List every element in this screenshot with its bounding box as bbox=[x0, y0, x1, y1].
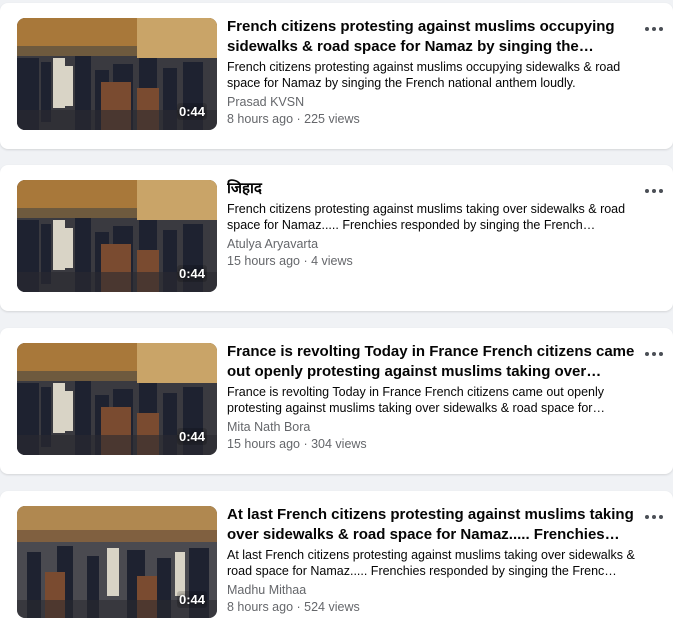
video-author[interactable]: Madhu Mithaa bbox=[227, 582, 306, 598]
video-thumbnail[interactable]: 0:44 bbox=[17, 180, 217, 292]
more-options-button[interactable] bbox=[640, 179, 668, 203]
video-title[interactable]: France is revolting Today in France Fren… bbox=[227, 342, 639, 382]
video-title[interactable]: At last French citizens protesting again… bbox=[227, 505, 639, 545]
more-horizontal-icon bbox=[645, 27, 649, 31]
video-result-card[interactable]: 0:44 At last French citizens protesting … bbox=[0, 491, 673, 637]
more-options-button[interactable] bbox=[640, 505, 668, 529]
more-dot bbox=[659, 352, 663, 356]
video-title[interactable]: French citizens protesting against musli… bbox=[227, 17, 639, 57]
more-dot bbox=[652, 352, 656, 356]
more-horizontal-icon bbox=[645, 352, 649, 356]
video-result-card[interactable]: 0:44 French citizens protesting against … bbox=[0, 3, 673, 149]
video-duration: 0:44 bbox=[176, 591, 207, 608]
video-meta: 8 hours ago · 524 views bbox=[227, 600, 360, 614]
video-meta: 15 hours ago · 4 views bbox=[227, 254, 353, 268]
video-title[interactable]: जिहाद bbox=[227, 179, 639, 199]
video-author[interactable]: Prasad KVSN bbox=[227, 94, 304, 110]
video-description: French citizens protesting against musli… bbox=[227, 202, 626, 232]
more-horizontal-icon bbox=[645, 189, 649, 193]
video-description: At last French citizens protesting again… bbox=[227, 548, 635, 578]
video-author[interactable]: Mita Nath Bora bbox=[227, 419, 310, 435]
video-result-card[interactable]: 0:44 France is revolting Today in France… bbox=[0, 328, 673, 474]
video-thumbnail[interactable]: 0:44 bbox=[17, 18, 217, 130]
video-meta: 8 hours ago · 225 views bbox=[227, 112, 360, 126]
more-dot bbox=[652, 189, 656, 193]
video-duration: 0:44 bbox=[176, 103, 207, 120]
more-options-button[interactable] bbox=[640, 17, 668, 41]
video-thumbnail[interactable]: 0:44 bbox=[17, 506, 217, 618]
video-duration: 0:44 bbox=[176, 265, 207, 282]
more-horizontal-icon bbox=[645, 515, 649, 519]
more-dot bbox=[652, 515, 656, 519]
more-dot bbox=[652, 27, 656, 31]
video-author[interactable]: Atulya Aryavarta bbox=[227, 236, 318, 252]
video-description: France is revolting Today in France Fren… bbox=[227, 385, 605, 415]
more-dot bbox=[659, 189, 663, 193]
video-results-feed: 0:44 French citizens protesting against … bbox=[0, 0, 673, 637]
video-meta: 15 hours ago · 304 views bbox=[227, 437, 367, 451]
more-options-button[interactable] bbox=[640, 342, 668, 366]
more-dot bbox=[659, 515, 663, 519]
video-description: French citizens protesting against musli… bbox=[227, 60, 621, 90]
video-thumbnail[interactable]: 0:44 bbox=[17, 343, 217, 455]
video-duration: 0:44 bbox=[176, 428, 207, 445]
video-result-card[interactable]: 0:44 जिहाद French citizens protesting ag… bbox=[0, 165, 673, 311]
more-dot bbox=[659, 27, 663, 31]
